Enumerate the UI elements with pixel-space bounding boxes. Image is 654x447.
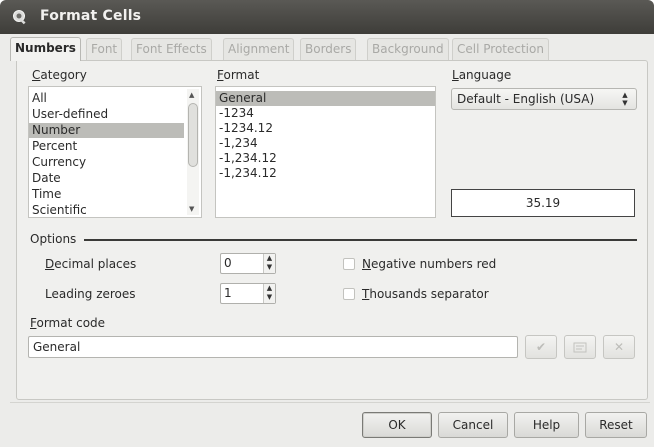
tab-alignment[interactable]: Alignment xyxy=(223,38,295,60)
category-item[interactable]: User-defined xyxy=(29,107,184,122)
app-icon xyxy=(13,10,26,25)
cancel-button-label: Cancel xyxy=(452,418,494,432)
category-item[interactable]: Currency xyxy=(29,155,184,170)
thousands-separator-checkbox[interactable] xyxy=(343,288,355,300)
tab-font-effects[interactable]: Font Effects xyxy=(131,38,212,60)
tab-font[interactable]: Font xyxy=(86,38,123,60)
delete-icon: ✕ xyxy=(613,340,625,354)
category-item[interactable]: Percent xyxy=(29,139,184,154)
tab-cell-protection[interactable]: Cell Protection xyxy=(452,38,549,60)
format-item[interactable]: -1,234.12 xyxy=(216,166,435,181)
decimal-places-spinner[interactable]: 0 ▲ ▼ xyxy=(220,253,276,274)
format-cells-dialog: Format Cells Numbers Font Font Effects A… xyxy=(0,0,654,447)
format-label: Format xyxy=(217,68,260,82)
negative-red-label: Negative numbers red xyxy=(362,257,497,271)
category-item[interactable]: Scientific xyxy=(29,203,184,218)
format-item-selected[interactable]: General xyxy=(216,91,435,106)
reset-button[interactable]: Reset xyxy=(585,412,647,438)
format-item[interactable]: -1,234.12 xyxy=(216,151,435,166)
language-label: Language xyxy=(452,68,512,82)
category-label: Category xyxy=(32,68,87,82)
options-separator xyxy=(84,239,637,241)
reset-button-label: Reset xyxy=(599,418,633,432)
decimal-places-label: Decimal places xyxy=(45,257,137,271)
format-preview: 35.19 xyxy=(451,189,635,217)
tab-background[interactable]: Background xyxy=(367,38,449,60)
category-item[interactable]: Date xyxy=(29,171,184,186)
category-item[interactable]: All xyxy=(29,91,184,106)
checkmark-icon: ✔ xyxy=(535,340,547,354)
options-heading: Options xyxy=(30,232,77,246)
decimal-places-value: 0 xyxy=(224,256,232,270)
remove-format-button[interactable]: ✕ xyxy=(603,335,635,359)
format-list[interactable]: General -1234 -1234.12 -1,234 -1,234.12 … xyxy=(215,86,436,218)
tab-numbers[interactable]: Numbers xyxy=(10,37,81,61)
thousands-separator-label: Thousands separator xyxy=(362,287,489,301)
ok-button[interactable]: OK xyxy=(362,412,432,438)
cancel-button[interactable]: Cancel xyxy=(438,412,508,438)
help-button-label: Help xyxy=(532,418,561,432)
format-code-value: General xyxy=(33,340,81,354)
scroll-thumb[interactable] xyxy=(188,103,198,167)
leading-zeroes-value: 1 xyxy=(224,286,232,300)
leading-zeroes-label: Leading zeroes xyxy=(45,287,136,301)
spinner-arrows-icon[interactable]: ▲ ▼ xyxy=(263,254,275,273)
format-code-input[interactable]: General xyxy=(28,336,518,358)
format-item[interactable]: -1234.12 xyxy=(216,121,435,136)
category-item-selected[interactable]: Number xyxy=(29,123,184,138)
tab-borders[interactable]: Borders xyxy=(300,38,357,60)
scroll-up-icon[interactable]: ▲ xyxy=(189,91,194,99)
help-button[interactable]: Help xyxy=(514,412,579,438)
negative-red-checkbox[interactable] xyxy=(343,258,355,270)
format-item[interactable]: -1234 xyxy=(216,106,435,121)
footer-separator xyxy=(10,402,650,403)
ok-button-label: OK xyxy=(388,418,406,432)
comment-icon xyxy=(573,342,587,353)
language-dropdown[interactable]: Default - English (USA) ▲ ▼ xyxy=(451,88,637,110)
edit-comment-button[interactable] xyxy=(564,335,596,359)
leading-zeroes-spinner[interactable]: 1 ▲ ▼ xyxy=(220,283,276,304)
dropdown-arrows-icon: ▲ ▼ xyxy=(622,91,628,107)
spinner-arrows-icon[interactable]: ▲ ▼ xyxy=(263,284,275,303)
window-title: Format Cells xyxy=(40,8,142,24)
category-list[interactable]: All User-defined Number Percent Currency… xyxy=(28,86,202,218)
category-item[interactable]: Time xyxy=(29,187,184,202)
format-code-label: Format code xyxy=(30,316,106,330)
scroll-down-icon[interactable]: ▼ xyxy=(189,205,194,213)
format-item[interactable]: -1,234 xyxy=(216,136,435,151)
apply-format-button[interactable]: ✔ xyxy=(525,335,557,359)
tab-bar: Numbers Font Font Effects Alignment Bord… xyxy=(10,37,650,62)
language-value: Default - English (USA) xyxy=(457,92,595,106)
title-bar: Format Cells xyxy=(0,0,654,34)
category-scrollbar[interactable]: ▲ ▼ xyxy=(187,89,199,215)
